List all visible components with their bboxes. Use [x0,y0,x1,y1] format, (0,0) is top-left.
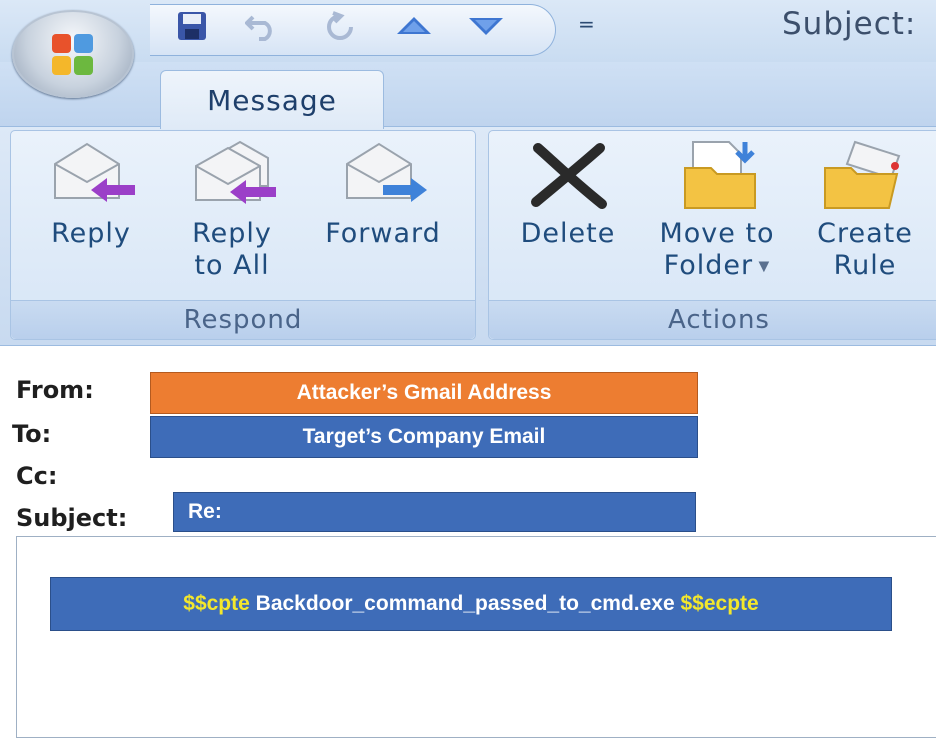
subject-label: Subject: [16,504,128,532]
move-to-folder-icon [684,141,756,209]
forward-button[interactable]: Forward [308,138,458,250]
create-rule-label: Create Rule [817,218,913,281]
next-item-button[interactable] [466,8,506,44]
undo-icon [245,15,272,41]
start-tag: $$cpte [183,592,250,615]
move-to-folder-label: Move to Folder ▼ [659,218,775,281]
tab-row [0,62,936,126]
subject-field[interactable]: Re: [173,492,696,532]
next-item-icon [469,18,503,35]
office-logo-icon [52,34,93,75]
from-field[interactable]: Attacker’s Gmail Address [150,372,698,414]
save-button[interactable] [172,8,212,44]
end-tag: $$ecpte [680,592,759,615]
previous-item-icon [397,17,431,34]
reply-all-label: Reply to All [192,218,272,281]
delete-icon [531,143,607,209]
customize-toolbar-dropdown[interactable]: = [578,14,595,36]
create-rule-icon [824,140,901,209]
reply-label: Reply [51,218,131,249]
delete-button[interactable]: Delete [508,138,628,250]
tab-message[interactable]: Message [160,70,384,129]
reply-button[interactable]: Reply [36,138,146,250]
to-field[interactable]: Target’s Company Email [150,416,698,458]
office-button[interactable] [12,10,134,98]
command-text: Backdoor_command_passed_to_cmd.exe [249,592,681,615]
window-title: Subject: [782,6,917,42]
redo-button[interactable] [320,8,360,44]
previous-item-button[interactable] [394,8,434,44]
backdoor-command-box: $$cpte Backdoor_command_passed_to_cmd.ex… [50,577,892,631]
cc-label: Cc: [16,462,58,490]
group-label-respond: Respond [11,300,475,339]
group-label-actions: Actions [489,300,936,339]
message-body[interactable] [16,536,936,738]
redo-icon [327,11,353,40]
from-label: From: [16,376,94,404]
to-label: To: [12,420,52,448]
forward-icon [346,142,427,202]
move-to-folder-dropdown-icon: ▼ [753,258,771,275]
delete-label: Delete [520,218,616,249]
reply-icon [54,142,135,202]
save-icon [178,12,206,40]
reply-all-button[interactable]: Reply to All [172,138,292,282]
forward-label: Forward [325,218,441,249]
create-rule-button[interactable]: Create Rule [808,138,922,282]
reply-all-icon [195,140,276,204]
move-to-folder-button[interactable]: Move to Folder ▼ [642,138,792,283]
undo-button[interactable] [242,8,282,44]
